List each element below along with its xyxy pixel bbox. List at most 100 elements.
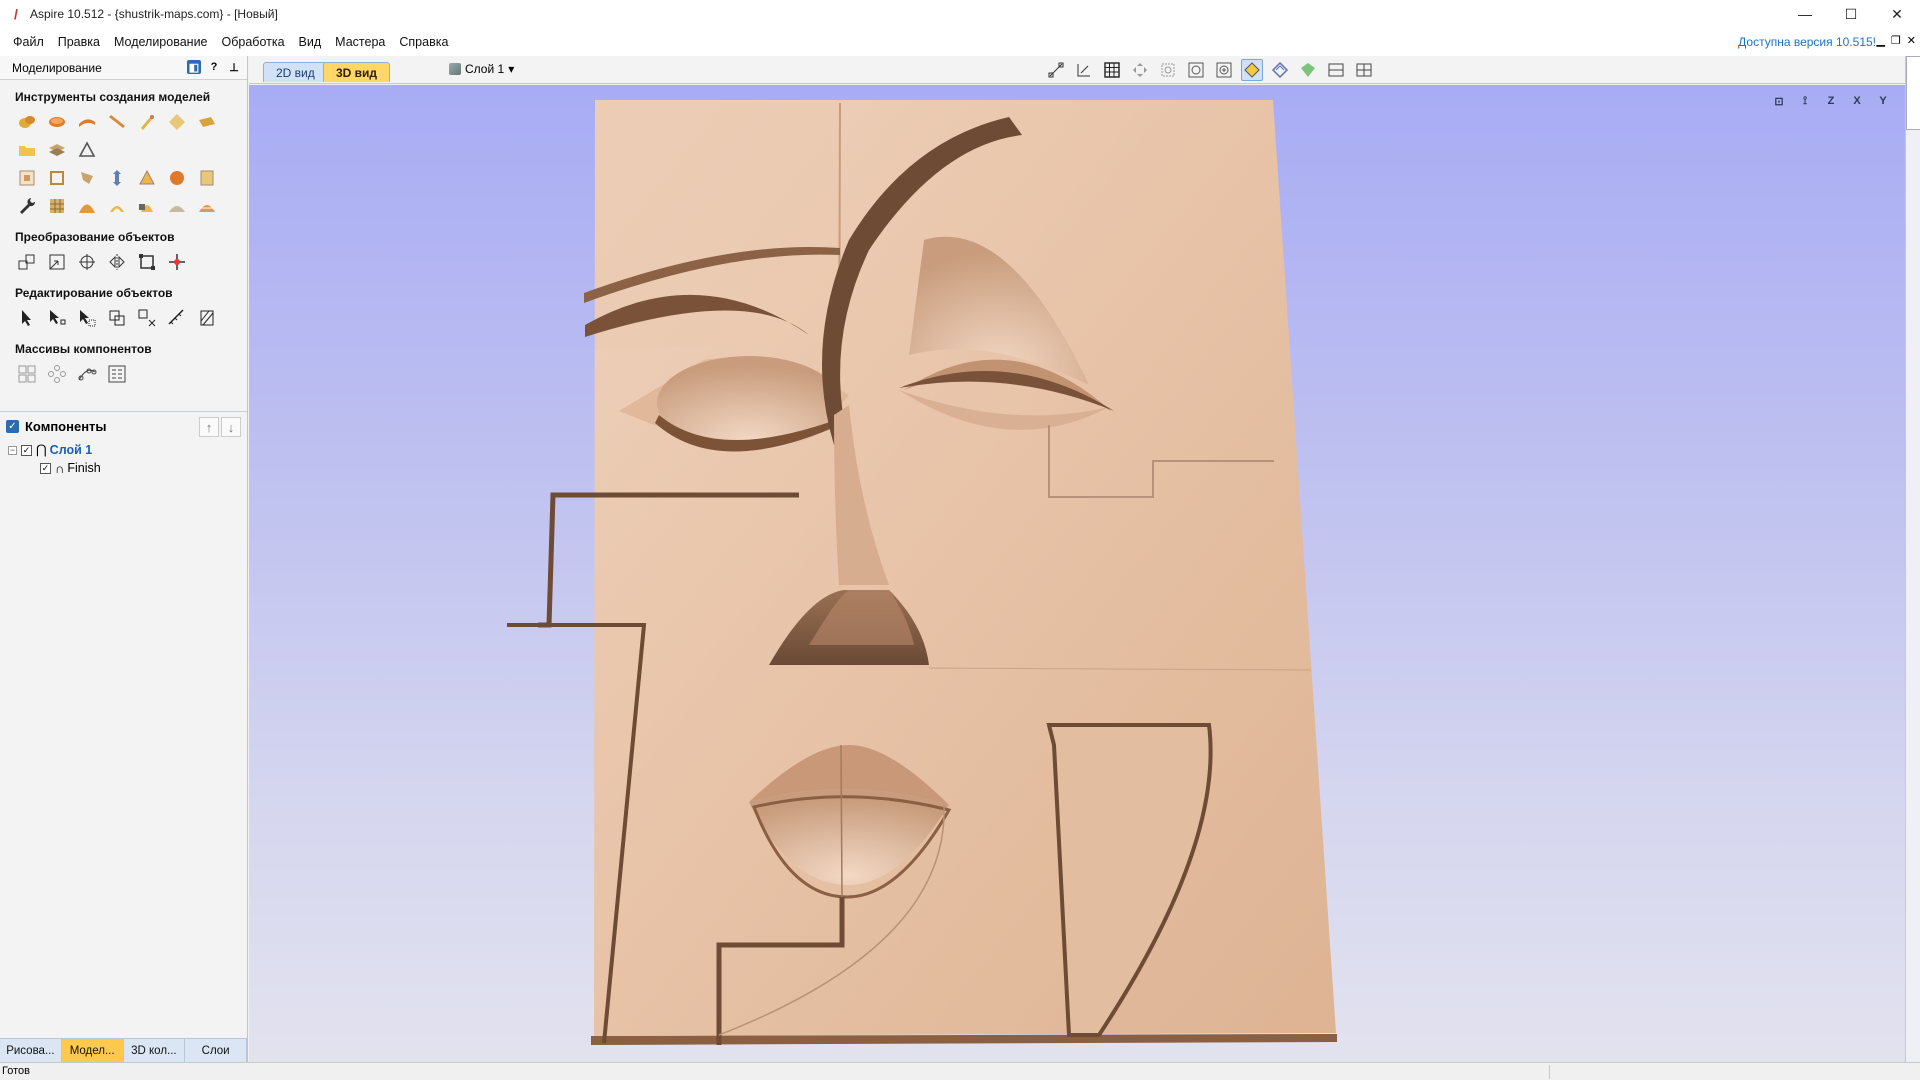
layer-dropdown[interactable]: Слой 1 ▾ xyxy=(449,62,514,76)
menu-wizards[interactable]: Мастера xyxy=(328,35,392,49)
close-button[interactable]: ✕ xyxy=(1874,0,1920,28)
move-down-icon[interactable]: ↓ xyxy=(221,417,241,437)
smooth-icon[interactable] xyxy=(166,111,188,133)
hatch-icon[interactable] xyxy=(196,307,218,329)
pan-icon[interactable] xyxy=(1129,59,1151,81)
distort-icon[interactable] xyxy=(76,167,98,189)
texture-area-icon[interactable] xyxy=(196,111,218,133)
circular-array-icon[interactable] xyxy=(46,363,68,385)
toolpaths-side-tab[interactable] xyxy=(1906,56,1920,130)
measure-icon[interactable] xyxy=(166,307,188,329)
tab-3d-view[interactable]: 3D вид xyxy=(323,62,391,82)
components-label: Компоненты xyxy=(25,419,107,434)
transform-select-icon[interactable] xyxy=(76,307,98,329)
grid-icon[interactable] xyxy=(1101,59,1123,81)
menu-file[interactable]: Файл xyxy=(6,35,51,49)
component-visibility-checkbox[interactable]: ✓ xyxy=(40,462,51,474)
mdi-restore-icon[interactable]: ❐ xyxy=(1891,34,1901,47)
menu-modeling[interactable]: Моделирование xyxy=(107,35,215,49)
zoom-fit-icon[interactable] xyxy=(1185,59,1207,81)
tab-layers[interactable]: Слои xyxy=(185,1039,247,1062)
path-array-icon[interactable] xyxy=(76,363,98,385)
scale-icon[interactable] xyxy=(46,251,68,273)
component-name[interactable]: Finish xyxy=(67,461,100,475)
move-up-icon[interactable]: ↑ xyxy=(199,417,219,437)
select-arrow-icon[interactable] xyxy=(16,307,38,329)
components-checkbox[interactable]: ✓ xyxy=(6,420,19,433)
dimensions-icon[interactable] xyxy=(1073,59,1095,81)
split-vertical-icon[interactable] xyxy=(1353,59,1375,81)
zoom-icon[interactable] xyxy=(1157,59,1179,81)
open-folder-icon[interactable] xyxy=(16,139,38,161)
tab-drawing[interactable]: Рисова... xyxy=(0,1039,62,1062)
tab-2d-view[interactable]: 2D вид xyxy=(263,62,328,82)
tab-modeling[interactable]: Модел... xyxy=(61,1039,124,1062)
layers-flatten-icon[interactable] xyxy=(46,139,68,161)
tilt-icon[interactable] xyxy=(166,167,188,189)
material-icon[interactable] xyxy=(1297,59,1319,81)
dome-icon[interactable] xyxy=(76,195,98,217)
arch-icon[interactable] xyxy=(106,195,128,217)
wireframe-view-icon[interactable] xyxy=(1269,59,1291,81)
extrude-icon[interactable] xyxy=(46,111,68,133)
extrude-weave-icon[interactable] xyxy=(106,111,128,133)
mdi-minimize-icon[interactable]: ▁ xyxy=(1876,34,1884,47)
mound-icon[interactable] xyxy=(166,195,188,217)
component-bitmap-icon[interactable] xyxy=(16,167,38,189)
align-icon[interactable] xyxy=(136,251,158,273)
3d-viewport[interactable]: ⊡ ⟟ Z X Y xyxy=(249,85,1905,1062)
view-iso-icon[interactable]: ⟟ xyxy=(1795,91,1815,111)
snap-icon[interactable] xyxy=(1045,59,1067,81)
fill-array-icon[interactable] xyxy=(106,363,128,385)
maximize-button[interactable]: ☐ xyxy=(1828,0,1874,28)
menu-edit[interactable]: Правка xyxy=(51,35,107,49)
dome-texture-icon[interactable] xyxy=(196,195,218,217)
layer-visibility-checkbox[interactable]: ✓ xyxy=(21,444,32,456)
help-icon[interactable]: ? xyxy=(207,60,221,74)
aspire-app-icon: / xyxy=(14,6,18,22)
center-icon[interactable] xyxy=(166,251,188,273)
pin-icon[interactable]: ⊥ xyxy=(227,60,241,74)
node-edit-icon[interactable] xyxy=(46,307,68,329)
shaded-view-icon[interactable] xyxy=(1241,59,1263,81)
view-z-icon[interactable]: Z xyxy=(1821,91,1841,111)
view-y-icon[interactable]: Y xyxy=(1873,91,1893,111)
tab-3d-clipart[interactable]: 3D кол... xyxy=(124,1039,186,1062)
collapse-icon[interactable]: − xyxy=(8,445,17,455)
create-tools-row-4 xyxy=(0,192,247,220)
section-transform: Преобразование объектов xyxy=(15,230,175,244)
view-x-icon[interactable]: X xyxy=(1847,91,1867,111)
menu-view[interactable]: Вид xyxy=(292,35,329,49)
group-icon[interactable] xyxy=(106,307,128,329)
split-horizontal-icon[interactable] xyxy=(1325,59,1347,81)
minimize-button[interactable]: — xyxy=(1782,0,1828,28)
layer-dropdown-value: Слой 1 xyxy=(465,62,505,76)
layer-name[interactable]: Слой 1 xyxy=(50,443,93,457)
view-fit-icon[interactable]: ⊡ xyxy=(1769,91,1789,111)
wrench-icon[interactable] xyxy=(16,195,38,217)
menu-help[interactable]: Справка xyxy=(392,35,455,49)
ungroup-icon[interactable] xyxy=(136,307,158,329)
board-edge xyxy=(591,1034,1337,1045)
rotate-icon[interactable] xyxy=(76,251,98,273)
texture-icon[interactable] xyxy=(46,195,68,217)
vectors-to-model-icon[interactable] xyxy=(76,139,98,161)
tree-layer-row[interactable]: − ✓ ⋂ Слой 1 xyxy=(0,441,247,459)
two-rail-sweep-icon[interactable] xyxy=(76,111,98,133)
grid-array-icon[interactable] xyxy=(16,363,38,385)
component-square-icon[interactable] xyxy=(46,167,68,189)
slice-icon[interactable] xyxy=(196,167,218,189)
mdi-close-icon[interactable]: ✕ xyxy=(1907,34,1916,47)
lock-dome-icon[interactable] xyxy=(136,195,158,217)
menu-toolpaths[interactable]: Обработка xyxy=(215,35,292,49)
panel-toggle-icon[interactable]: ◧ xyxy=(187,60,201,74)
shape-creator-icon[interactable] xyxy=(16,111,38,133)
zoom-window-icon[interactable] xyxy=(1213,59,1235,81)
move-icon[interactable] xyxy=(16,251,38,273)
move-component-icon[interactable] xyxy=(106,167,128,189)
fade-icon[interactable] xyxy=(136,167,158,189)
tree-component-row[interactable]: ✓ ∩ Finish xyxy=(0,459,247,477)
mirror-icon[interactable] xyxy=(106,251,128,273)
sculpt-icon[interactable] xyxy=(136,111,158,133)
update-available-link[interactable]: Доступна версия 10.515! xyxy=(1738,35,1876,49)
